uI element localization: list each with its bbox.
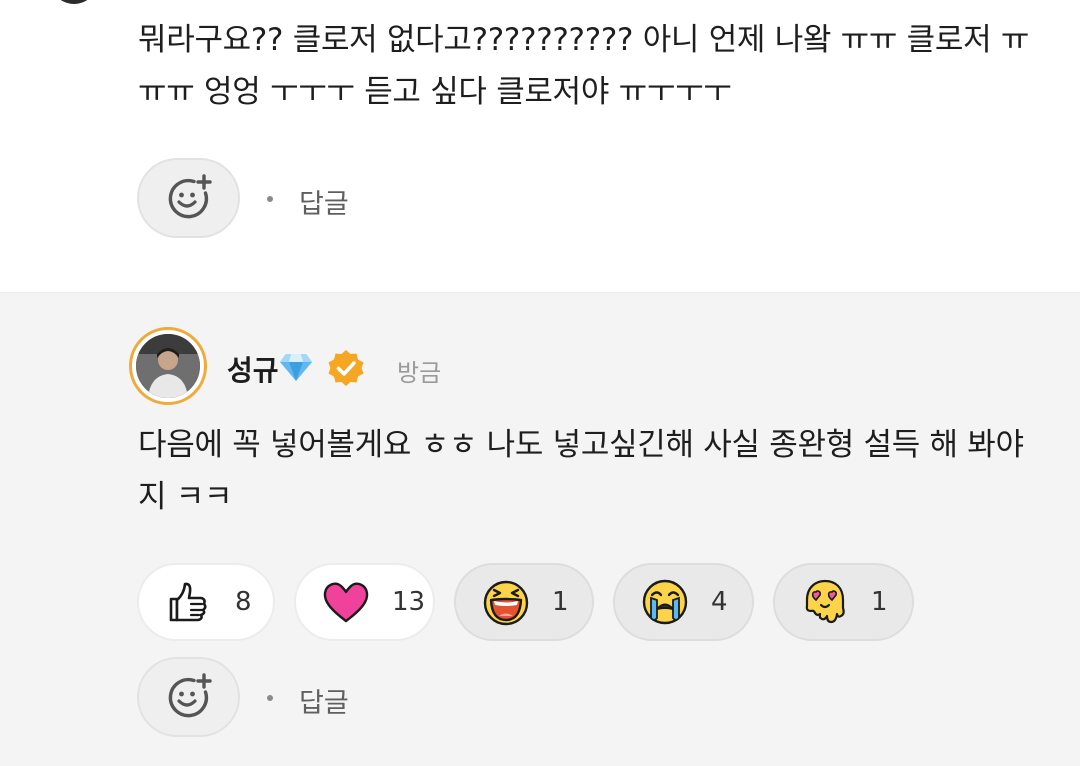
thumbs-up-icon [169, 582, 207, 622]
previous-commenter-avatar[interactable] [50, 0, 98, 4]
author-name[interactable]: 성규 [227, 349, 279, 389]
reply-button[interactable]: 답글 [299, 182, 349, 221]
diamond-icon [280, 354, 312, 381]
reaction-count: 13 [392, 587, 426, 617]
add-reaction-icon [168, 174, 212, 219]
reaction-count: 8 [235, 587, 252, 617]
avatar-photo-icon [136, 334, 200, 398]
reaction-count: 1 [871, 587, 888, 617]
comment-timestamp: 방금 [397, 359, 442, 387]
previous-comment: 뭐라구요?? 클로저 없다고?????????? 아니 언제 나왘 ㅠㅠ 클로저… [0, 0, 1080, 292]
reaction-bar: 8 13 1 4 1 [137, 563, 914, 641]
separator-dot [267, 695, 273, 701]
heart-eyes-melting-face-icon [805, 579, 845, 624]
reaction-love[interactable]: 1 [773, 563, 914, 641]
reaction-heart[interactable]: 13 [294, 563, 435, 641]
reply-button[interactable]: 답글 [299, 681, 349, 720]
avatar-image [136, 334, 200, 398]
reaction-thumbs-up[interactable]: 8 [137, 563, 275, 641]
reaction-cry[interactable]: 4 [613, 563, 754, 641]
add-reaction-icon [168, 673, 212, 718]
heart-icon [323, 582, 369, 623]
reply-comment-text: 다음에 꼭 넣어볼게요 ㅎㅎ 나도 넣고싶긴해 사실 종완형 설득 해 봐야지 … [138, 427, 1024, 515]
verified-badge-icon [328, 350, 364, 386]
reaction-count: 4 [711, 587, 728, 617]
previous-comment-text: 뭐라구요?? 클로저 없다고?????????? 아니 언제 나왘 ㅠㅠ 클로저… [138, 22, 1030, 110]
author-avatar[interactable] [129, 327, 207, 405]
reaction-count: 1 [552, 587, 569, 617]
reaction-laugh[interactable]: 1 [454, 563, 594, 641]
laughing-face-icon [483, 580, 529, 626]
add-reaction-button[interactable] [137, 657, 240, 737]
add-reaction-button[interactable] [137, 158, 240, 238]
reply-comment: 성규 방금 다음에 꼭 넣어볼게요 ㅎㅎ 나도 넣고싶긴해 사실 종완형 설득 … [0, 292, 1080, 766]
crying-face-icon [642, 579, 688, 625]
separator-dot [267, 196, 273, 202]
